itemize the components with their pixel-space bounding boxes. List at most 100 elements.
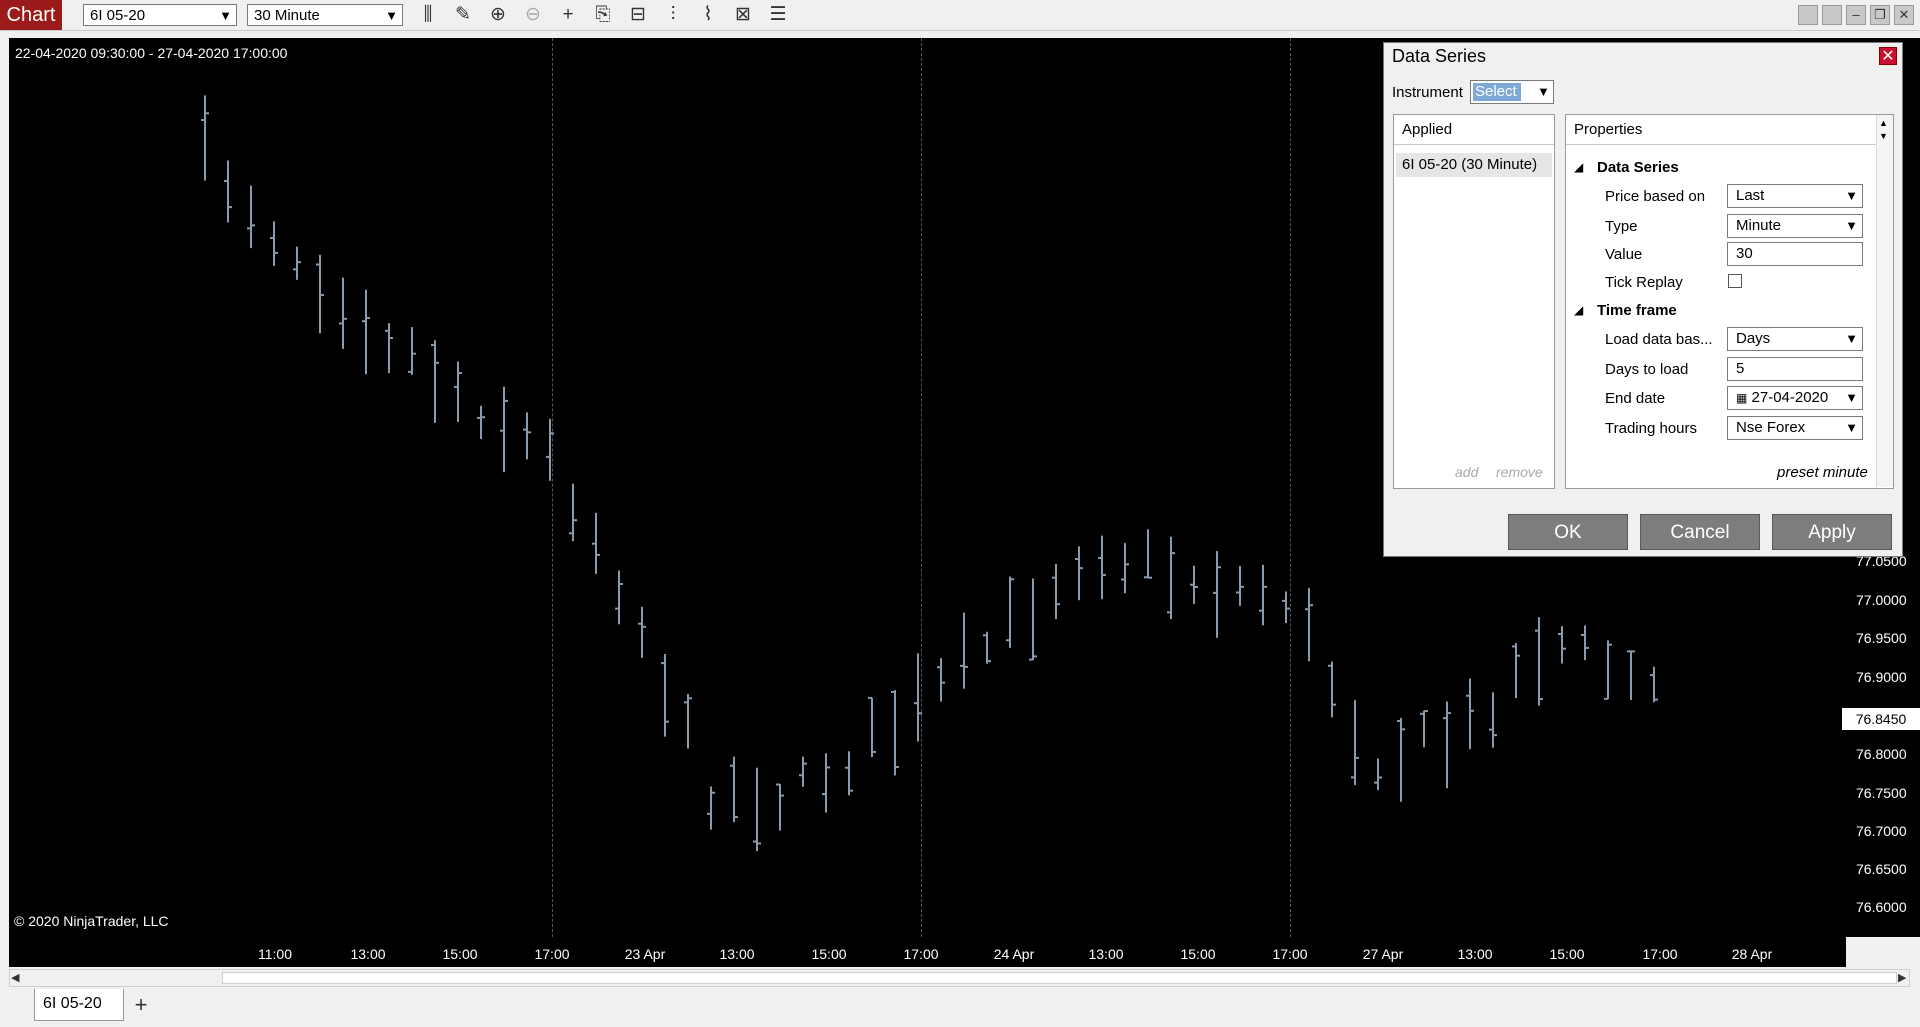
value-label: Value (1605, 246, 1643, 263)
bottom-tab-bar (0, 990, 1920, 1027)
days-to-load-input[interactable]: 5 (1727, 357, 1863, 381)
bar-type-icon[interactable]: ⫼ (414, 2, 442, 28)
properties-icon[interactable]: ⊟ (624, 2, 652, 28)
time-tick: 15:00 (442, 946, 478, 962)
chevron-down-icon: ▼ (1845, 218, 1858, 233)
zoom-out-icon[interactable]: ⊖ (519, 2, 547, 28)
scroll-up-icon[interactable]: ▲ (1879, 118, 1888, 128)
interval-selector[interactable]: 30 Minute ▼ (247, 4, 403, 26)
last-price-badge: 76.8450 (1842, 708, 1920, 730)
load-data-value: Days (1736, 330, 1771, 347)
close-window-icon[interactable]: ✕ (1894, 5, 1914, 25)
trading-hours-label: Trading hours (1605, 420, 1697, 437)
section-data-series: Data Series (1597, 159, 1679, 176)
tick-replay-label: Tick Replay (1605, 274, 1683, 291)
remove-link[interactable]: remove (1496, 464, 1543, 480)
tab-instrument[interactable]: 6I 05-20 (34, 989, 124, 1021)
price-based-on-value: Last (1736, 187, 1765, 204)
time-tick: 28 Apr (1731, 946, 1773, 962)
load-data-dropdown[interactable]: Days ▼ (1727, 327, 1863, 351)
time-tick: 23 Apr (624, 946, 666, 962)
instrument-selector-value: 6I 05-20 (90, 7, 146, 24)
type-value: Minute (1736, 217, 1782, 234)
collapse-icon[interactable]: ◢ (1574, 160, 1583, 174)
date-range-label: 22-04-2020 09:30:00 - 27-04-2020 17:00:0… (15, 45, 288, 61)
dialog-title: Data Series (1392, 46, 1487, 66)
applied-item[interactable]: 6I 05-20 (30 Minute) (1396, 153, 1552, 177)
copyright-label: © 2020 NinjaTrader, LLC (14, 913, 169, 929)
cascade-window-icon[interactable] (1822, 5, 1842, 25)
time-tick: 13:00 (719, 946, 755, 962)
time-tick: 13:00 (1457, 946, 1493, 962)
trading-hours-dropdown[interactable]: Nse Forex ▼ (1727, 416, 1863, 440)
scroll-down-icon[interactable]: ▼ (1879, 131, 1888, 141)
ok-button[interactable]: OK (1508, 514, 1628, 550)
price-tick: 76.6000 (1856, 899, 1907, 915)
minimize-icon[interactable]: – (1846, 5, 1866, 25)
templates-icon[interactable]: ⊠ (729, 2, 757, 28)
end-date-label: End date (1605, 390, 1666, 407)
price-tick: 76.9000 (1856, 669, 1907, 685)
preset-minute-link[interactable]: preset minute (1777, 464, 1868, 481)
data-series-icon[interactable]: ⎘ (589, 2, 617, 28)
scroll-right-icon[interactable]: ▶ (1898, 971, 1906, 984)
time-tick: 17:00 (534, 946, 570, 962)
load-data-based-on-label: Load data bas... (1605, 331, 1713, 348)
calendar-icon: ▦ (1736, 391, 1748, 405)
price-tick: 77.0000 (1856, 592, 1907, 608)
value-input[interactable]: 30 (1727, 242, 1863, 266)
cancel-button[interactable]: Cancel (1640, 514, 1760, 550)
scroll-left-icon[interactable]: ◀ (11, 971, 19, 984)
zoom-in-icon[interactable]: ⊕ (484, 2, 512, 28)
end-date-picker[interactable]: ▦ 27-04-2020 ▼ (1727, 386, 1863, 410)
add-link[interactable]: add (1455, 464, 1478, 480)
time-tick: 17:00 (1642, 946, 1678, 962)
type-label: Type (1605, 218, 1638, 235)
scrollbar-thumb[interactable] (222, 972, 1897, 984)
end-date-value: 27-04-2020 (1751, 389, 1829, 406)
restore-icon[interactable]: ❐ (1870, 5, 1890, 25)
close-icon[interactable]: ✕ (1879, 47, 1897, 65)
interval-selector-value: 30 Minute (254, 7, 320, 24)
trading-hours-value: Nse Forex (1736, 419, 1806, 436)
apply-button[interactable]: Apply (1772, 514, 1892, 550)
time-tick: 17:00 (903, 946, 939, 962)
tile-window-icon[interactable] (1798, 5, 1818, 25)
crosshair-icon[interactable]: + (554, 2, 582, 28)
strategies-icon[interactable]: ⌇ (694, 2, 722, 28)
chevron-down-icon: ▼ (1845, 420, 1858, 435)
chevron-down-icon: ▼ (385, 8, 398, 23)
price-tick: 76.6500 (1856, 861, 1907, 877)
price-tick: 76.7000 (1856, 823, 1907, 839)
properties-scrollbar[interactable] (1876, 115, 1893, 487)
applied-header: Applied (1394, 115, 1554, 145)
indicators-icon[interactable]: ⫶ (659, 2, 687, 28)
time-tick: 15:00 (1180, 946, 1216, 962)
chevron-down-icon: ▼ (219, 8, 232, 23)
chart-title-tab[interactable]: Chart (0, 0, 62, 30)
time-tick: 15:00 (811, 946, 847, 962)
list-icon[interactable]: ☰ (764, 2, 792, 28)
add-tab-button[interactable]: + (130, 994, 152, 1016)
time-tick: 27 Apr (1362, 946, 1404, 962)
pencil-icon[interactable]: ✎ (449, 2, 477, 28)
instrument-label: Instrument (1392, 84, 1463, 101)
price-tick: 76.8000 (1856, 746, 1907, 762)
days-to-load-label: Days to load (1605, 361, 1689, 378)
chevron-down-icon: ▼ (1845, 331, 1858, 346)
type-dropdown[interactable]: Minute ▼ (1727, 214, 1863, 238)
time-tick: 15:00 (1549, 946, 1585, 962)
tick-replay-checkbox[interactable] (1728, 274, 1742, 288)
chevron-down-icon: ▼ (1537, 84, 1550, 99)
section-time-frame: Time frame (1597, 302, 1677, 319)
time-tick: 13:00 (350, 946, 386, 962)
price-based-on-dropdown[interactable]: Last ▼ (1727, 184, 1863, 208)
collapse-icon[interactable]: ◢ (1574, 303, 1583, 317)
instrument-selector[interactable]: 6I 05-20 ▼ (83, 4, 237, 26)
price-tick: 76.9500 (1856, 630, 1907, 646)
time-tick: 11:00 (258, 946, 292, 962)
chevron-down-icon: ▼ (1845, 188, 1858, 203)
price-based-on-label: Price based on (1605, 188, 1706, 205)
chevron-down-icon: ▼ (1845, 390, 1858, 405)
time-tick: 17:00 (1272, 946, 1308, 962)
